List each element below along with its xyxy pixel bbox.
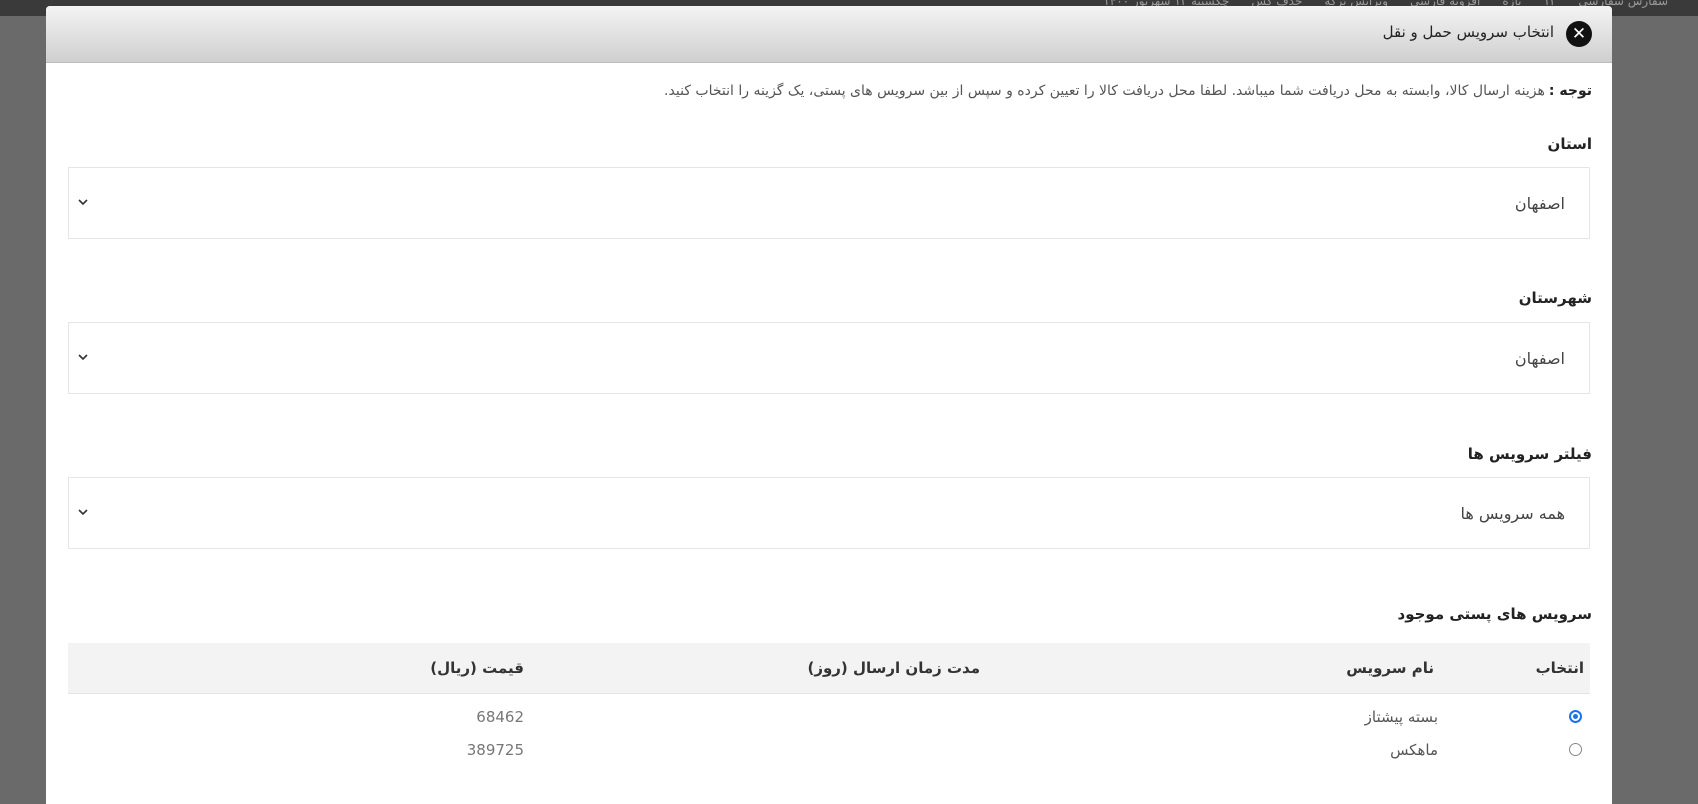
modal-backdrop-right[interactable] [1612, 16, 1698, 804]
province-label: استان [1547, 135, 1592, 153]
city-label: شهرستان [1518, 289, 1592, 307]
close-icon[interactable]: ✕ [1566, 21, 1592, 47]
table-header: انتخاب نام سرویس مدت زمان ارسال (روز) قی… [68, 643, 1590, 694]
modal-header: ✕ انتخاب سرویس حمل و نقل [46, 6, 1612, 63]
notice-text: توجه :هزینه ارسال کالا، وابسته به محل در… [664, 83, 1592, 99]
city-select-value: اصفهان [1514, 349, 1565, 368]
service-filter-select[interactable]: همه سرویس ها [68, 477, 1590, 549]
column-header-service-name: نام سرویس [1346, 659, 1434, 677]
service-radio[interactable] [1569, 710, 1582, 723]
modal-backdrop-left[interactable] [0, 16, 46, 804]
service-price: 68462 [476, 708, 524, 726]
column-header-duration: مدت زمان ارسال (روز) [807, 659, 980, 677]
available-services-title: سرویس های پستی موجود [1397, 605, 1593, 623]
service-radio[interactable] [1569, 743, 1582, 756]
services-table: انتخاب نام سرویس مدت زمان ارسال (روز) قی… [68, 643, 1590, 768]
service-filter-value: همه سرویس ها [1460, 504, 1565, 523]
filter-label: فیلتر سرویس ها [1467, 445, 1592, 463]
service-price: 389725 [466, 741, 524, 759]
table-row[interactable]: ماهکس 389725 [68, 735, 1590, 768]
service-name: بسته پیشتاز [1364, 708, 1438, 726]
province-select[interactable]: اصفهان [68, 167, 1590, 239]
chevron-down-icon [75, 504, 91, 520]
chevron-down-icon [75, 194, 91, 210]
column-header-price: قیمت (ریال) [430, 659, 524, 677]
notice-body: هزینه ارسال کالا، وابسته به محل دریافت ش… [664, 83, 1545, 99]
shipping-service-modal: ✕ انتخاب سرویس حمل و نقل توجه :هزینه ارس… [46, 6, 1612, 804]
city-select[interactable]: اصفهان [68, 322, 1590, 394]
chevron-down-icon [75, 349, 91, 365]
table-row[interactable]: بسته پیشتاز 68462 [68, 702, 1590, 735]
service-name: ماهکس [1390, 741, 1438, 759]
province-select-value: اصفهان [1514, 194, 1565, 213]
column-header-select: انتخاب [1535, 659, 1584, 677]
notice-label: توجه : [1548, 83, 1592, 99]
modal-title: انتخاب سرویس حمل و نقل [1382, 23, 1554, 41]
